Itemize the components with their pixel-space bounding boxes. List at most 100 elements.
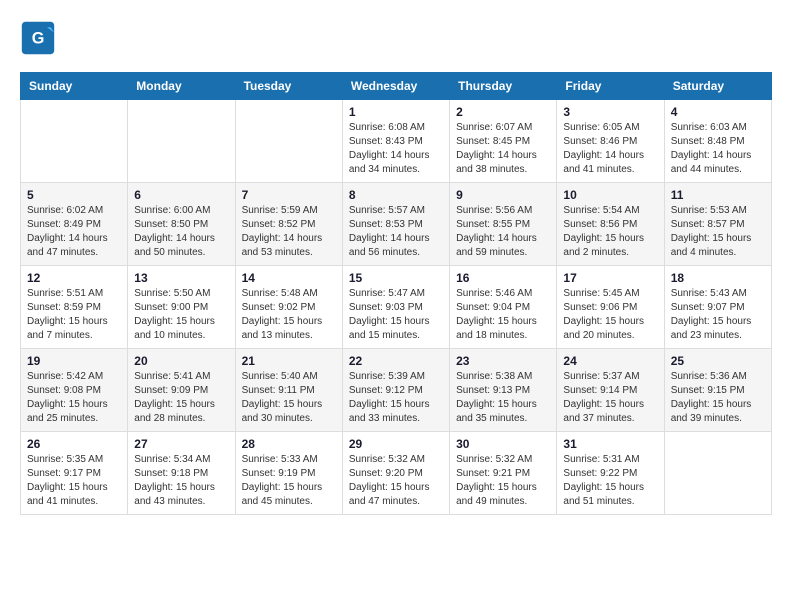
- day-info: Sunrise: 5:45 AM Sunset: 9:06 PM Dayligh…: [563, 287, 657, 343]
- day-number: 10: [563, 188, 657, 202]
- day-number: 7: [242, 188, 336, 202]
- calendar-header-row: SundayMondayTuesdayWednesdayThursdayFrid…: [21, 73, 772, 100]
- calendar-week-5: 26 Sunrise: 5:35 AM Sunset: 9:17 PM Dayli…: [21, 432, 772, 515]
- day-number: 3: [563, 105, 657, 119]
- calendar-cell: 27 Sunrise: 5:34 AM Sunset: 9:18 PM Dayli…: [128, 432, 235, 515]
- calendar-cell: 12 Sunrise: 5:51 AM Sunset: 8:59 PM Dayli…: [21, 266, 128, 349]
- day-info: Sunrise: 5:57 AM Sunset: 8:53 PM Dayligh…: [349, 204, 443, 260]
- calendar-cell: [235, 100, 342, 183]
- calendar-cell: [128, 100, 235, 183]
- day-number: 11: [671, 188, 765, 202]
- calendar-cell: 24 Sunrise: 5:37 AM Sunset: 9:14 PM Dayli…: [557, 349, 664, 432]
- calendar-cell: [664, 432, 771, 515]
- day-info: Sunrise: 5:33 AM Sunset: 9:19 PM Dayligh…: [242, 453, 336, 509]
- calendar-cell: 21 Sunrise: 5:40 AM Sunset: 9:11 PM Dayli…: [235, 349, 342, 432]
- day-info: Sunrise: 5:36 AM Sunset: 9:15 PM Dayligh…: [671, 370, 765, 426]
- day-info: Sunrise: 5:51 AM Sunset: 8:59 PM Dayligh…: [27, 287, 121, 343]
- calendar-cell: 23Sunrise: 5:38 AM Sunset: 9:13 PM Dayli…: [450, 349, 557, 432]
- day-info: Sunrise: 6:02 AM Sunset: 8:49 PM Dayligh…: [27, 204, 121, 260]
- calendar-cell: 14Sunrise: 5:48 AM Sunset: 9:02 PM Dayli…: [235, 266, 342, 349]
- day-number: 22: [349, 354, 443, 368]
- calendar-cell: 26 Sunrise: 5:35 AM Sunset: 9:17 PM Dayli…: [21, 432, 128, 515]
- day-info: Sunrise: 5:39 AM Sunset: 9:12 PM Dayligh…: [349, 370, 443, 426]
- day-info: Sunrise: 5:37 AM Sunset: 9:14 PM Dayligh…: [563, 370, 657, 426]
- calendar-week-4: 19 Sunrise: 5:42 AM Sunset: 9:08 PM Dayli…: [21, 349, 772, 432]
- day-info: Sunrise: 5:41 AM Sunset: 9:09 PM Dayligh…: [134, 370, 228, 426]
- day-number: 4: [671, 105, 765, 119]
- calendar-cell: 11 Sunrise: 5:53 AM Sunset: 8:57 PM Dayli…: [664, 183, 771, 266]
- day-number: 1: [349, 105, 443, 119]
- day-info: Sunrise: 5:35 AM Sunset: 9:17 PM Dayligh…: [27, 453, 121, 509]
- day-info: Sunrise: 6:05 AM Sunset: 8:46 PM Dayligh…: [563, 121, 657, 177]
- calendar-cell: 22 Sunrise: 5:39 AM Sunset: 9:12 PM Dayli…: [342, 349, 449, 432]
- calendar-cell: 3 Sunrise: 6:05 AM Sunset: 8:46 PM Daylig…: [557, 100, 664, 183]
- day-number: 29: [349, 437, 443, 451]
- calendar-cell: 17 Sunrise: 5:45 AM Sunset: 9:06 PM Dayli…: [557, 266, 664, 349]
- calendar-cell: 7Sunrise: 5:59 AM Sunset: 8:52 PM Daylig…: [235, 183, 342, 266]
- day-info: Sunrise: 6:07 AM Sunset: 8:45 PM Dayligh…: [456, 121, 550, 177]
- weekday-header-sunday: Sunday: [21, 73, 128, 100]
- calendar-cell: 4 Sunrise: 6:03 AM Sunset: 8:48 PM Daylig…: [664, 100, 771, 183]
- weekday-header-monday: Monday: [128, 73, 235, 100]
- day-number: 17: [563, 271, 657, 285]
- day-number: 28: [242, 437, 336, 451]
- calendar-cell: 5 Sunrise: 6:02 AM Sunset: 8:49 PM Daylig…: [21, 183, 128, 266]
- day-info: Sunrise: 5:46 AM Sunset: 9:04 PM Dayligh…: [456, 287, 550, 343]
- svg-text:G: G: [32, 29, 45, 47]
- day-info: Sunrise: 5:54 AM Sunset: 8:56 PM Dayligh…: [563, 204, 657, 260]
- day-info: Sunrise: 5:40 AM Sunset: 9:11 PM Dayligh…: [242, 370, 336, 426]
- day-info: Sunrise: 5:48 AM Sunset: 9:02 PM Dayligh…: [242, 287, 336, 343]
- calendar-cell: 28 Sunrise: 5:33 AM Sunset: 9:19 PM Dayli…: [235, 432, 342, 515]
- day-info: Sunrise: 5:43 AM Sunset: 9:07 PM Dayligh…: [671, 287, 765, 343]
- calendar-cell: 6 Sunrise: 6:00 AM Sunset: 8:50 PM Daylig…: [128, 183, 235, 266]
- calendar-cell: 2 Sunrise: 6:07 AM Sunset: 8:45 PM Daylig…: [450, 100, 557, 183]
- day-number: 5: [27, 188, 121, 202]
- weekday-header-friday: Friday: [557, 73, 664, 100]
- day-info: Sunrise: 5:53 AM Sunset: 8:57 PM Dayligh…: [671, 204, 765, 260]
- calendar-cell: 16 Sunrise: 5:46 AM Sunset: 9:04 PM Dayli…: [450, 266, 557, 349]
- day-number: 6: [134, 188, 228, 202]
- calendar-cell: 9Sunrise: 5:56 AM Sunset: 8:55 PM Daylig…: [450, 183, 557, 266]
- day-number: 18: [671, 271, 765, 285]
- day-number: 13: [134, 271, 228, 285]
- day-number: 27: [134, 437, 228, 451]
- day-number: 26: [27, 437, 121, 451]
- day-number: 2: [456, 105, 550, 119]
- day-number: 30: [456, 437, 550, 451]
- day-info: Sunrise: 6:03 AM Sunset: 8:48 PM Dayligh…: [671, 121, 765, 177]
- day-info: Sunrise: 5:34 AM Sunset: 9:18 PM Dayligh…: [134, 453, 228, 509]
- calendar-cell: 1 Sunrise: 6:08 AM Sunset: 8:43 PM Daylig…: [342, 100, 449, 183]
- day-number: 25: [671, 354, 765, 368]
- day-number: 16: [456, 271, 550, 285]
- day-number: 15: [349, 271, 443, 285]
- day-info: Sunrise: 6:08 AM Sunset: 8:43 PM Dayligh…: [349, 121, 443, 177]
- day-info: Sunrise: 5:32 AM Sunset: 9:21 PM Dayligh…: [456, 453, 550, 509]
- day-number: 8: [349, 188, 443, 202]
- logo: G: [20, 20, 60, 56]
- logo-icon: G: [20, 20, 56, 56]
- day-info: Sunrise: 6:00 AM Sunset: 8:50 PM Dayligh…: [134, 204, 228, 260]
- day-number: 19: [27, 354, 121, 368]
- day-number: 23: [456, 354, 550, 368]
- calendar-cell: 31 Sunrise: 5:31 AM Sunset: 9:22 PM Dayli…: [557, 432, 664, 515]
- day-info: Sunrise: 5:31 AM Sunset: 9:22 PM Dayligh…: [563, 453, 657, 509]
- calendar-table: SundayMondayTuesdayWednesdayThursdayFrid…: [20, 72, 772, 515]
- weekday-header-thursday: Thursday: [450, 73, 557, 100]
- weekday-header-tuesday: Tuesday: [235, 73, 342, 100]
- calendar-cell: [21, 100, 128, 183]
- page-header: G: [20, 20, 772, 56]
- day-info: Sunrise: 5:32 AM Sunset: 9:20 PM Dayligh…: [349, 453, 443, 509]
- day-number: 12: [27, 271, 121, 285]
- weekday-header-wednesday: Wednesday: [342, 73, 449, 100]
- day-number: 31: [563, 437, 657, 451]
- day-number: 21: [242, 354, 336, 368]
- day-info: Sunrise: 5:42 AM Sunset: 9:08 PM Dayligh…: [27, 370, 121, 426]
- calendar-cell: 13Sunrise: 5:50 AM Sunset: 9:00 PM Dayli…: [128, 266, 235, 349]
- calendar-cell: 15 Sunrise: 5:47 AM Sunset: 9:03 PM Dayli…: [342, 266, 449, 349]
- calendar-cell: 29 Sunrise: 5:32 AM Sunset: 9:20 PM Dayli…: [342, 432, 449, 515]
- calendar-cell: 18 Sunrise: 5:43 AM Sunset: 9:07 PM Dayli…: [664, 266, 771, 349]
- calendar-cell: 25 Sunrise: 5:36 AM Sunset: 9:15 PM Dayli…: [664, 349, 771, 432]
- day-info: Sunrise: 5:47 AM Sunset: 9:03 PM Dayligh…: [349, 287, 443, 343]
- calendar-cell: 20Sunrise: 5:41 AM Sunset: 9:09 PM Dayli…: [128, 349, 235, 432]
- day-number: 24: [563, 354, 657, 368]
